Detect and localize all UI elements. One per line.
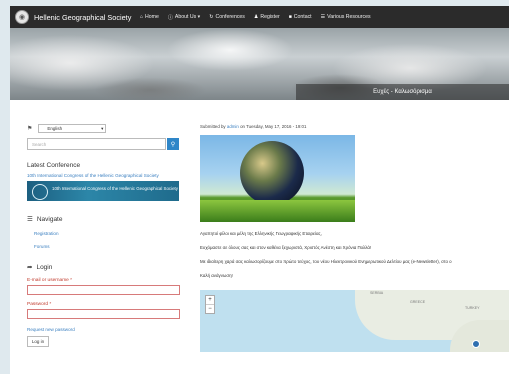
menu-link-forums[interactable]: Forums [34, 244, 192, 249]
conference-banner[interactable]: 10th International Congress of the Helle… [27, 181, 179, 201]
nav-various-resources[interactable]: ☰ Various Resources [321, 14, 371, 20]
login-title: Login [36, 263, 53, 271]
login-icon: ➦ [27, 264, 33, 271]
site-name: Hellenic Geographical Society [34, 12, 132, 22]
article-image [200, 135, 355, 222]
nav-label: Various Resources [327, 14, 371, 20]
nav-register[interactable]: ♟ Register [254, 14, 280, 20]
info-icon: ⓘ [167, 14, 173, 21]
refresh-icon: ↻ [209, 14, 214, 20]
language-value: English [47, 126, 63, 131]
translate-icon: ⚑ [27, 126, 33, 132]
list-icon: ☰ [320, 14, 326, 20]
nav-about-us[interactable]: ⓘ About Us ▾ [168, 14, 200, 21]
request-new-password-link[interactable]: Request new password [27, 327, 192, 332]
sidebar: ⚑ English ▾ Search ⚲ Latest Conference 10… [27, 124, 192, 347]
main-nav: ⌂ Home ⓘ About Us ▾ ↻ Conferences ♟ Register… [140, 6, 371, 28]
nav-label: Contact [293, 14, 312, 20]
nav-label: Home [145, 14, 159, 20]
nav-conferences[interactable]: ↻ Conferences [209, 14, 245, 20]
society-logo: ◉ [15, 10, 29, 24]
search-button[interactable]: ⚲ [167, 138, 179, 150]
zoom-in-button[interactable]: + [206, 296, 214, 304]
article-paragraph: Καλή ανάγνωση! [200, 273, 233, 278]
map-zoom-control: + − [205, 295, 215, 314]
submitted-line: Submitted by admin on Tuesday, May 17, 2… [200, 124, 509, 129]
article-paragraph: Με ιδιαίτερη χαρά σας καλωσορίζουμε στο … [200, 259, 452, 264]
article-paragraph: Ευχόμαστε σε όλους σας και στον καθένα ξ… [200, 245, 372, 250]
language-select[interactable]: English ▾ [38, 124, 107, 133]
conference-banner-text: 10th International Congress of the Helle… [52, 186, 178, 191]
banner-title: Ευχές - Καλωσόρισμα [296, 84, 509, 100]
login-heading: ➦ Login [27, 263, 192, 272]
nav-label: About Us ▾ [174, 14, 201, 20]
submitted-prefix: Submitted by [200, 124, 226, 129]
nav-label: Register [260, 14, 280, 20]
submitted-date: on Tuesday, May 17, 2016 - 19:01 [240, 124, 307, 129]
latest-conference-title: Latest Conference [27, 162, 81, 169]
nav-contact[interactable]: ■ Contact [289, 14, 312, 20]
password-field[interactable] [27, 309, 180, 319]
navigate-heading: ☰ Navigate [27, 215, 192, 224]
map-label: TURKEY [465, 306, 480, 310]
password-label: Password * [27, 302, 52, 307]
nav-home[interactable]: ⌂ Home [140, 14, 159, 20]
site-brand[interactable]: ◉ Hellenic Geographical Society [15, 9, 131, 25]
nav-label: Conferences [215, 14, 245, 20]
navigate-title: Navigate [36, 215, 63, 223]
search-icon: ⚲ [170, 141, 176, 148]
embedded-map[interactable]: + − GREECE SERBIA TURKEY [200, 290, 509, 352]
map-label: SERBIA [370, 291, 384, 295]
grass-image [200, 200, 355, 222]
login-button[interactable]: Log in [27, 336, 49, 347]
user-icon: ♟ [253, 14, 259, 20]
chevron-down-icon: ▾ [101, 125, 104, 131]
globe-icon [32, 184, 48, 200]
page: ◉ Hellenic Geographical Society ⌂ Home ⓘ A… [10, 6, 509, 374]
username-label: E-mail or username * [27, 278, 73, 283]
zoom-out-button[interactable]: − [206, 304, 214, 313]
article-paragraph: Αγαπητοί φίλοι και μέλη της Ελληνικής Γε… [200, 231, 322, 236]
menu-link-registration[interactable]: Registration [34, 231, 192, 236]
conference-link[interactable]: 10th International Congress of the Helle… [27, 173, 177, 179]
top-navbar: ◉ Hellenic Geographical Society ⌂ Home ⓘ A… [10, 6, 509, 28]
author-link[interactable]: admin [227, 124, 239, 129]
language-switcher: ⚑ English ▾ [27, 124, 192, 133]
earth-globe-image [240, 141, 304, 205]
contact-icon: ■ [288, 14, 292, 20]
menu-icon: ☰ [27, 216, 33, 223]
home-icon: ⌂ [140, 14, 144, 20]
map-marker-icon[interactable] [472, 340, 480, 348]
search-form: Search ⚲ [27, 138, 192, 150]
main-content: Submitted by admin on Tuesday, May 17, 2… [200, 124, 509, 352]
map-label: GREECE [410, 300, 426, 304]
username-field[interactable] [27, 285, 180, 295]
search-input[interactable]: Search [27, 138, 166, 150]
